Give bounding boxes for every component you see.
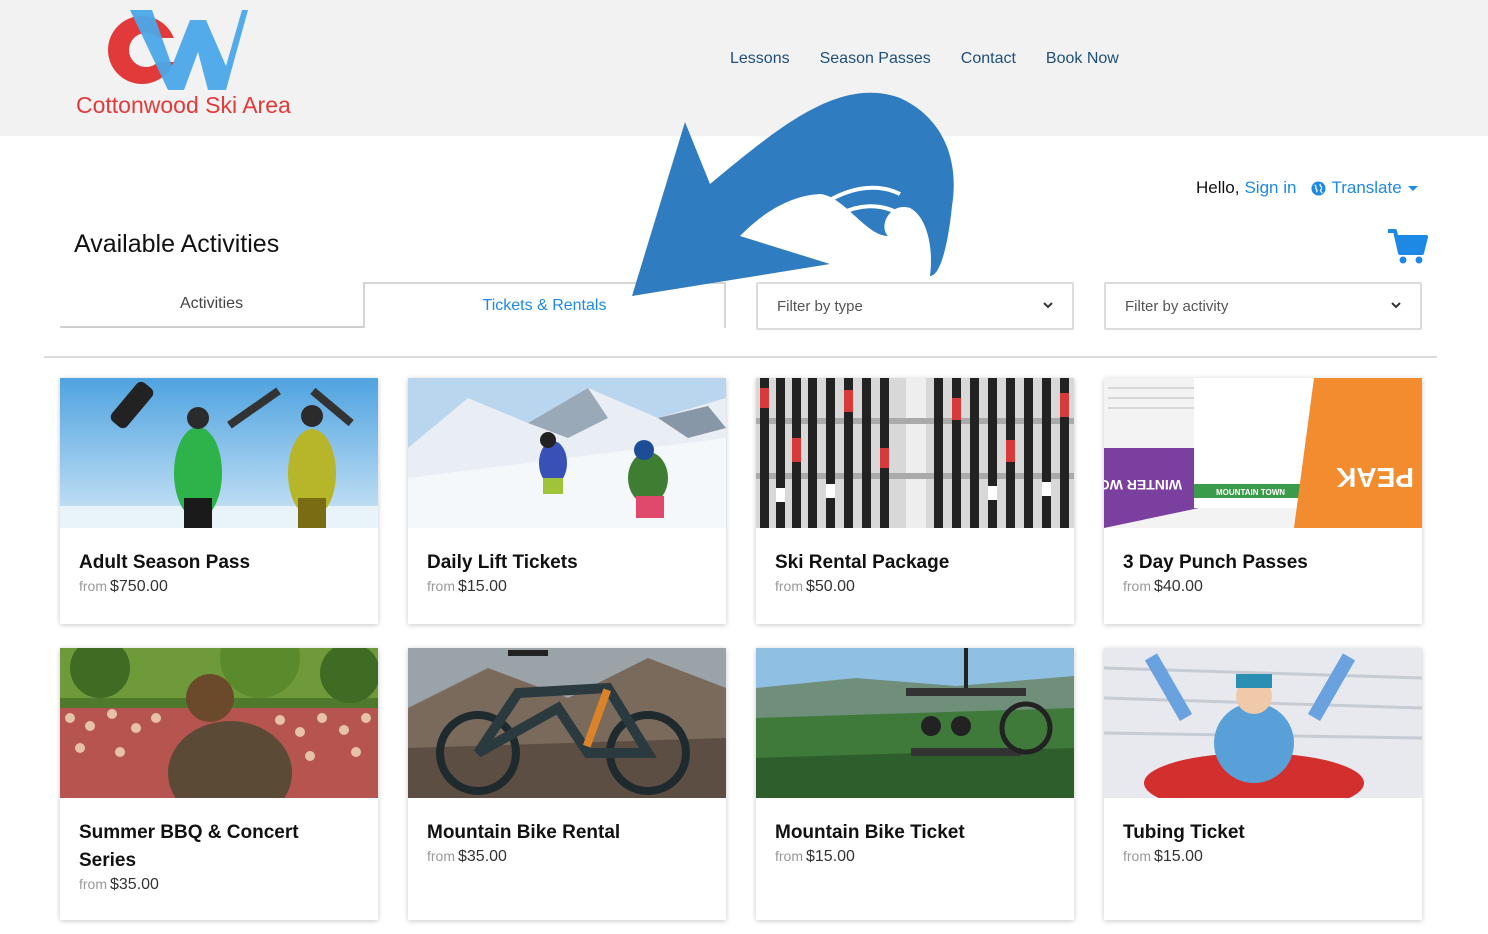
product-name: Tubing Ticket xyxy=(1123,822,1245,843)
product-card[interactable]: Mountain Bike Ticket from $15.00 xyxy=(756,648,1074,920)
translate-label: Translate xyxy=(1331,178,1402,197)
price-prefix: from xyxy=(427,578,455,594)
brand-name: Cottonwood Ski Area xyxy=(76,92,291,118)
winter-works-text: WINTER WORKS xyxy=(1104,477,1182,493)
main-nav: Lessons Season Passes Contact Book Now xyxy=(730,50,1119,68)
page-title: Available Activities xyxy=(74,230,280,258)
price-prefix: from xyxy=(1123,848,1151,864)
price-value: $15.00 xyxy=(806,848,855,865)
chevron-down-icon xyxy=(1391,302,1401,309)
punch-pass-tickets-image: WINTER WORKS MOUNTAIN TOWN PEAK xyxy=(1104,378,1422,528)
product-card[interactable]: WINTER WORKS MOUNTAIN TOWN PEAK 3 Day Pu… xyxy=(1104,378,1422,624)
price-value: $750.00 xyxy=(110,578,168,595)
price-prefix: from xyxy=(775,848,803,864)
filter-type-select[interactable]: Filter by type xyxy=(756,282,1074,330)
section-divider xyxy=(44,356,1437,358)
product-card[interactable]: Mountain Bike Rental from $35.00 xyxy=(408,648,726,920)
product-card[interactable]: Ski Rental Package from $50.00 xyxy=(756,378,1074,624)
product-price: from $40.00 xyxy=(1104,577,1422,596)
user-bar: Hello, Sign in Translate xyxy=(1196,178,1418,198)
nav-contact[interactable]: Contact xyxy=(961,50,1016,68)
price-value: $50.00 xyxy=(806,578,855,595)
product-price: from $15.00 xyxy=(1104,847,1422,866)
translate-dropdown[interactable]: Translate xyxy=(1311,178,1418,198)
ski-rack-image xyxy=(756,378,1074,528)
product-name: Mountain Bike Ticket xyxy=(775,822,965,843)
skiers-celebrating-image xyxy=(60,378,378,528)
price-value: $15.00 xyxy=(1154,848,1203,865)
product-price: from $35.00 xyxy=(408,847,726,866)
product-name: Summer BBQ & Concert Series xyxy=(79,822,299,871)
logo-mark-icon xyxy=(108,10,248,90)
product-price: from $750.00 xyxy=(60,577,378,596)
price-value: $35.00 xyxy=(458,848,507,865)
peak-text: PEAK xyxy=(1336,462,1414,493)
product-name: Daily Lift Tickets xyxy=(427,552,578,573)
concert-crowd-image xyxy=(60,648,378,798)
nav-season-passes[interactable]: Season Passes xyxy=(820,50,931,68)
chairlift-bikers-image xyxy=(756,648,1074,798)
chevron-down-icon xyxy=(1043,302,1053,309)
product-price: from $15.00 xyxy=(408,577,726,596)
price-value: $35.00 xyxy=(110,876,159,893)
sign-in-link[interactable]: Sign in xyxy=(1244,178,1296,198)
shopping-cart-icon[interactable] xyxy=(1386,228,1428,266)
product-price: from $35.00 xyxy=(60,875,378,894)
mountain-town-text: MOUNTAIN TOWN xyxy=(1216,488,1285,497)
product-card[interactable]: Summer BBQ & Concert Series from $35.00 xyxy=(60,648,378,920)
product-price: from $15.00 xyxy=(756,847,1074,866)
snow-tubing-image xyxy=(1104,648,1422,798)
price-prefix: from xyxy=(775,578,803,594)
tab-activities[interactable]: Activities xyxy=(60,282,363,328)
globe-icon xyxy=(1311,180,1326,196)
filter-activity-label: Filter by activity xyxy=(1125,297,1229,315)
site-header: Cottonwood Ski Area Lessons Season Passe… xyxy=(0,0,1488,136)
price-prefix: from xyxy=(427,848,455,864)
tab-tickets-rentals[interactable]: Tickets & Rentals xyxy=(363,282,726,328)
filter-activity-select[interactable]: Filter by activity xyxy=(1104,282,1422,330)
price-prefix: from xyxy=(79,876,107,892)
product-price: from $50.00 xyxy=(756,577,1074,596)
brand-logo[interactable]: Cottonwood Ski Area xyxy=(76,8,306,120)
caret-down-icon xyxy=(1407,185,1418,191)
nav-lessons[interactable]: Lessons xyxy=(730,50,790,68)
nav-book-now[interactable]: Book Now xyxy=(1046,50,1119,68)
product-name: Adult Season Pass xyxy=(79,552,251,573)
product-name: Ski Rental Package xyxy=(775,552,950,573)
product-card[interactable]: Adult Season Pass from $750.00 xyxy=(60,378,378,624)
price-value: $40.00 xyxy=(1154,578,1203,595)
product-name: 3 Day Punch Passes xyxy=(1123,552,1308,573)
mountain-bike-image xyxy=(408,648,726,798)
skiers-downhill-image xyxy=(408,378,726,528)
price-prefix: from xyxy=(1123,578,1151,594)
price-value: $15.00 xyxy=(458,578,507,595)
greeting-text: Hello, xyxy=(1196,178,1240,197)
price-prefix: from xyxy=(79,578,107,594)
product-card[interactable]: Daily Lift Tickets from $15.00 xyxy=(408,378,726,624)
product-name: Mountain Bike Rental xyxy=(427,822,621,843)
filter-type-label: Filter by type xyxy=(777,297,863,315)
product-card[interactable]: Tubing Ticket from $15.00 xyxy=(1104,648,1422,920)
